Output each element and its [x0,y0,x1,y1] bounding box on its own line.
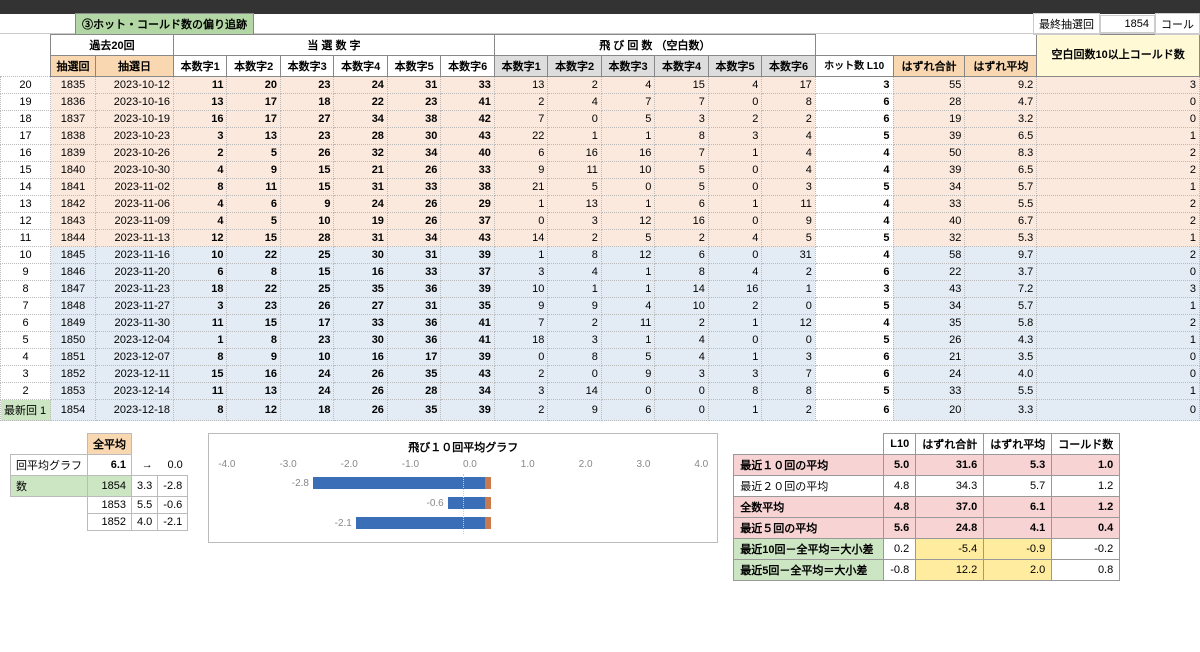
table-row: 1618392023-10-262526323440616167144508.3… [1,145,1200,162]
table-row: 2018352023-10-12112023243133132415417355… [1,77,1200,94]
table-row: 1918362023-10-161317182223412477086284.7… [1,94,1200,111]
chart-avg-skip: 飛び１０回平均グラフ -4.0-3.0-2.0-1.00.01.02.03.04… [208,433,718,543]
table-row: 318522023-12-111516242635432093376244.00 [1,366,1200,383]
table-row: 1118442023-11-1312152831344314252455325.… [1,230,1200,247]
col-draw-no: 抽選回 [51,56,96,77]
table-row: 418512023-12-0789101617390854136213.50 [1,349,1200,366]
table-row: 1218432023-11-094510192637031216094406.7… [1,213,1200,230]
last-draw-label: 最終抽選回 [1033,13,1100,35]
section-title: ③ホット・コールド数の偏り追跡 [75,13,254,35]
table-row: 918462023-11-2068151633373418426223.70 [1,264,1200,281]
table-row: 1818372023-10-191617273438427053226193.2… [1,111,1200,128]
table-row: 最新回 118542023-12-18812182635392960126203… [1,400,1200,421]
table-row: 718482023-11-273232627313599410205345.71 [1,298,1200,315]
table-row: 1718382023-10-233132328304322118345396.5… [1,128,1200,145]
main-table: 過去20回 当 選 数 字 飛 び 回 数 （空白数） 空白回数10以上コールド… [0,34,1200,421]
last-draw-no: 1854 [1100,15,1155,33]
table-row: 1418412023-11-028111531333821505035345.7… [1,179,1200,196]
head-cold: 空白回数10以上コールド数 [1037,35,1200,77]
col-draw-date: 抽選日 [96,56,174,77]
head-skip: 飛 び 回 数 （空白数） [494,35,815,56]
last-draw-tag: コール [1155,13,1200,35]
table-row: 518502023-12-04182330364118314005264.31 [1,332,1200,349]
head-win: 当 選 数 字 [174,35,495,56]
stats-table: L10 はずれ合計 はずれ平均 コールド数 最近１０回の平均5.031.65.3… [733,433,1120,581]
table-row: 1518402023-10-304915212633911105044396.5… [1,162,1200,179]
table-row: 1018452023-11-16102225303139181260314589… [1,247,1200,264]
table-row: 818472023-11-231822253536391011141613437… [1,281,1200,298]
head-past: 過去20回 [51,35,174,56]
table-row: 218532023-12-1411132426283431400885335.5… [1,383,1200,400]
table-row: 1318422023-11-06469242629113161114335.52 [1,196,1200,213]
left-mini-table: 全平均 回平均グラフ 6.1 → 0.0 数 1854 3.3 -2.8 185… [10,433,188,531]
table-row: 618492023-11-30111517333641721121124355.… [1,315,1200,332]
